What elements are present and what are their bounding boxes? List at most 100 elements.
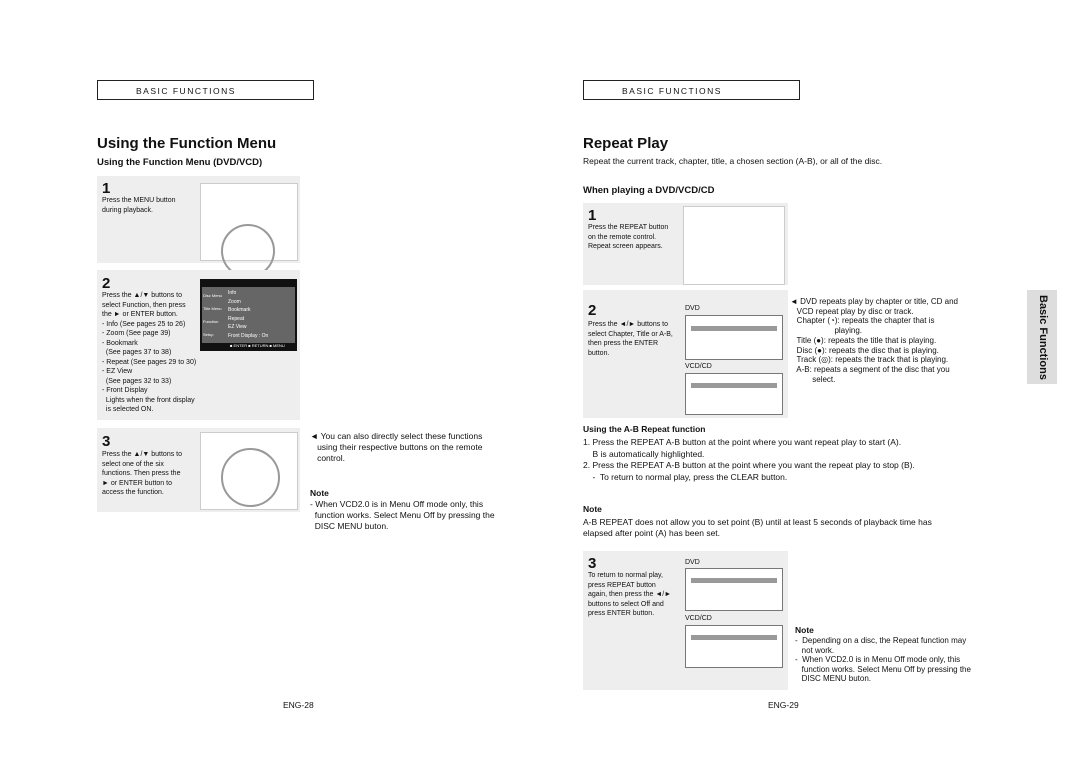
tip-text: using their respective buttons on the re… <box>310 442 483 452</box>
step-text: again, then press the ◄/► <box>588 591 672 598</box>
menu-tab: Title Menu <box>203 306 222 311</box>
section-header: BASIC FUNCTIONS <box>583 80 800 100</box>
note-text: - When VCD2.0 is in Menu Off mode only, … <box>310 499 484 509</box>
dvd-repeat-screen <box>685 315 783 360</box>
step-text: - Bookmark <box>102 339 138 347</box>
step-text: Press the MENU button <box>102 197 176 204</box>
step-text: during playback. <box>102 206 153 214</box>
repeat-mode-text: playing. <box>790 326 863 336</box>
menu-item: Info <box>228 290 237 296</box>
step-text: Press the ▲/▼ buttons to <box>102 292 183 299</box>
remote-illustration <box>200 432 298 510</box>
step-3-panel: 3 To return to normal play, press REPEAT … <box>583 551 788 690</box>
subtitle: Using the Function Menu (DVD/VCD) <box>97 157 263 168</box>
function-menu-screen: Info Zoom Bookmark Repeat EZ View Front Displ… <box>200 279 297 351</box>
step-text: Lights when the front display <box>102 396 195 404</box>
repeat-mode-text: Chapter (◔): repeats the chapter that is <box>790 316 935 326</box>
note-text: - Depending on a disc, the Repeat functi… <box>795 636 967 645</box>
remote-illustration <box>200 183 298 278</box>
step-text: functions. Then press the <box>102 470 181 477</box>
step-text: - Zoom (See page 39) <box>102 330 171 337</box>
step-1-panel: 1 Press the REPEAT button on the remote c… <box>583 203 788 285</box>
note-text: not work. <box>795 645 835 655</box>
step-text: - Info (See pages 25 to 26) <box>102 320 186 328</box>
menu-tab: Setup <box>203 332 214 337</box>
step-text: select one of the six <box>102 460 164 468</box>
page-number: ENG-28 <box>283 700 314 710</box>
step-text: Repeat screen appears. <box>588 243 663 250</box>
note-title: Note <box>795 625 814 635</box>
ab-step-text: 1. Press the REPEAT A-B button at the po… <box>583 437 902 447</box>
tip-text: ◄ You can also directly select these fun… <box>310 431 483 441</box>
note-title: Note <box>583 504 602 514</box>
ab-step-text: B is automatically highlighted. <box>583 448 705 459</box>
subtitle: When playing a DVD/VCD/CD <box>583 185 715 196</box>
menu-item: Repeat <box>228 315 245 322</box>
repeat-mode-text: A-B: repeats a segment of the disc that … <box>790 364 950 374</box>
step-text: select Chapter, Title or A-B, <box>588 330 673 338</box>
step-text: (See pages 37 to 38) <box>102 349 172 356</box>
step-number: 2 <box>588 302 597 319</box>
step-text: select Function, then press <box>102 301 186 309</box>
menu-item: Zoom <box>228 298 241 305</box>
step-1-panel: 1 Press the MENU button during playback. <box>97 176 300 278</box>
menu-item: EZ View <box>228 324 247 330</box>
menu-tab: Disc Menu <box>203 293 222 298</box>
step-number: 3 <box>588 555 597 572</box>
step-text: Press the REPEAT button <box>588 224 669 231</box>
side-tab-label: Basic Functions <box>1037 295 1049 380</box>
step-text: buttons to select Off and <box>588 600 664 608</box>
page-title: Using the Function Menu <box>97 135 277 152</box>
repeat-mode-text: ◄ DVD repeats play by chapter or title, … <box>790 297 958 306</box>
dvd-label: DVD <box>685 559 700 566</box>
menu-footer: ■ ENTER ■ RETURN ■ MENU <box>230 343 285 348</box>
step-text: Press the ◄/► buttons to <box>588 321 669 328</box>
vcd-label: VCD/CD <box>685 615 712 622</box>
note-text: A-B REPEAT does not allow you to set poi… <box>583 517 932 527</box>
vcd-repeat-screen <box>685 373 783 415</box>
dvd-label: DVD <box>685 305 700 312</box>
step-text: (See pages 32 to 33) <box>102 377 172 385</box>
note-text: function works. Select Menu Off by press… <box>310 510 495 520</box>
step-text: button. <box>588 349 610 357</box>
step-text: on the remote control. <box>588 233 657 241</box>
step-3-panel: 3 Press the ▲/▼ buttons to select one of … <box>97 428 300 512</box>
menu-item: Bookmark <box>228 307 251 313</box>
repeat-mode-text: Track (◎): repeats the track that is pla… <box>790 355 949 365</box>
section-header: BASIC FUNCTIONS <box>97 80 314 100</box>
note-title: Note <box>310 488 329 498</box>
step-number: 1 <box>588 207 597 224</box>
side-tab: Basic Functions <box>1027 290 1057 384</box>
note-text: - When VCD2.0 is in Menu Off mode only, … <box>795 655 961 664</box>
repeat-mode-text: VCD repeat play by disc or track. <box>790 306 914 316</box>
step-text: access the function. <box>102 489 164 496</box>
remote-illustration <box>683 206 785 285</box>
page-title: Repeat Play <box>583 135 669 152</box>
step-number: 3 <box>102 433 111 450</box>
ab-step-text: - To return to normal play, press the CL… <box>583 471 788 482</box>
step-text: To return to normal play, <box>588 572 663 579</box>
step-text: then press the ENTER <box>588 340 659 347</box>
ab-step-text: 2. Press the REPEAT A-B button at the po… <box>583 460 915 470</box>
step-text: press REPEAT button <box>588 581 656 589</box>
step-text: the ► or ENTER button. <box>102 311 178 318</box>
repeat-mode-text: Disc (●): repeats the disc that is playi… <box>790 345 939 355</box>
step-text: press ENTER button. <box>588 610 655 617</box>
step-number: 1 <box>102 180 111 197</box>
step-2-panel: 2 Press the ▲/▼ buttons to select Functio… <box>97 270 300 420</box>
tip-text: control. <box>310 453 345 463</box>
repeat-mode-text: Title (●): repeats the title that is pla… <box>790 335 937 345</box>
note-text: DISC MENU buton. <box>310 521 389 531</box>
step-number: 2 <box>102 275 111 292</box>
menu-tab: Function <box>203 319 219 324</box>
note-text: DISC MENU buton. <box>795 674 872 683</box>
page-number: ENG-29 <box>768 700 799 710</box>
vcd-label: VCD/CD <box>685 363 712 370</box>
ab-title: Using the A-B Repeat function <box>583 424 706 434</box>
step-text: - Repeat (See pages 29 to 30) <box>102 358 197 366</box>
vcd-repeat-screen <box>685 625 783 668</box>
step-2-panel: 2 Press the ◄/► buttons to select Chapter… <box>583 290 788 418</box>
note-text: function works. Select Menu Off by press… <box>795 664 971 674</box>
step-text: - EZ View <box>102 368 133 375</box>
step-text: ► or ENTER button to <box>102 479 172 487</box>
